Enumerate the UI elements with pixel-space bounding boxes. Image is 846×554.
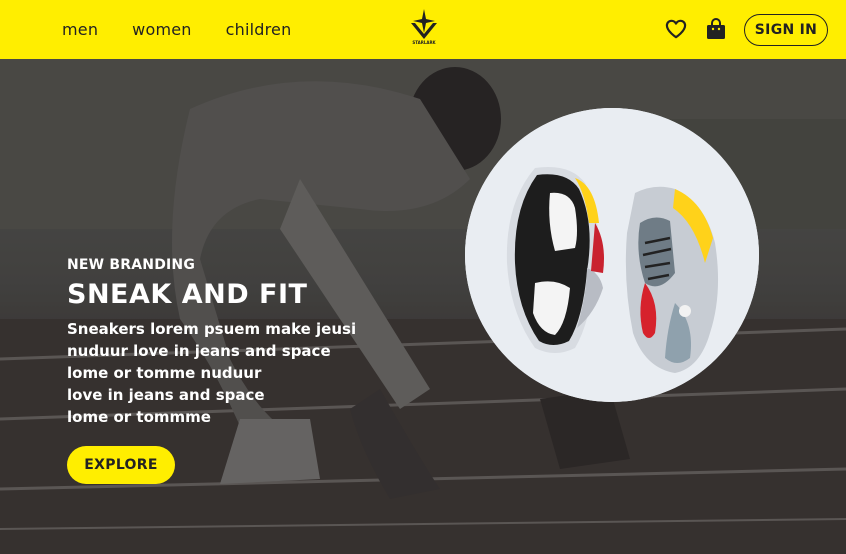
- hero-description-line: love in jeans and space: [67, 386, 265, 404]
- nav-link-women[interactable]: women: [132, 20, 191, 39]
- brand-logo-text: STARLARK: [412, 40, 436, 45]
- hero-headline: SNEAK AND FIT: [67, 279, 308, 310]
- hero-description-line: Sneakers lorem psuem make jeusi: [67, 320, 357, 338]
- nav-link-men[interactable]: men: [62, 20, 98, 39]
- top-navbar: men women children STARLARK SIGN IN: [0, 0, 846, 59]
- brand-logo[interactable]: STARLARK: [408, 9, 440, 49]
- hero-description: Sneakers lorem psuem make jeusi nuduur l…: [67, 318, 367, 428]
- heart-icon[interactable]: [665, 19, 687, 39]
- main-nav: men women children: [62, 0, 325, 59]
- product-image: [465, 108, 759, 402]
- hero-text-block: NEW BRANDING SNEAK AND FIT Sneakers lore…: [67, 257, 367, 428]
- hero-description-line: lome or tommme: [67, 408, 211, 426]
- hero-description-line: nuduur love in jeans and space: [67, 342, 331, 360]
- sneaker-pair-image: [465, 108, 759, 402]
- hero-description-line: lome or tomme nuduur: [67, 364, 262, 382]
- hero-eyebrow: NEW BRANDING: [67, 257, 196, 273]
- hero-banner: NEW BRANDING SNEAK AND FIT Sneakers lore…: [0, 59, 846, 554]
- explore-button[interactable]: EXPLORE: [67, 446, 175, 484]
- nav-link-children[interactable]: children: [226, 20, 292, 39]
- star-logo-icon: [411, 9, 437, 39]
- shopping-bag-icon[interactable]: [706, 18, 726, 40]
- sign-in-button[interactable]: SIGN IN: [744, 14, 828, 46]
